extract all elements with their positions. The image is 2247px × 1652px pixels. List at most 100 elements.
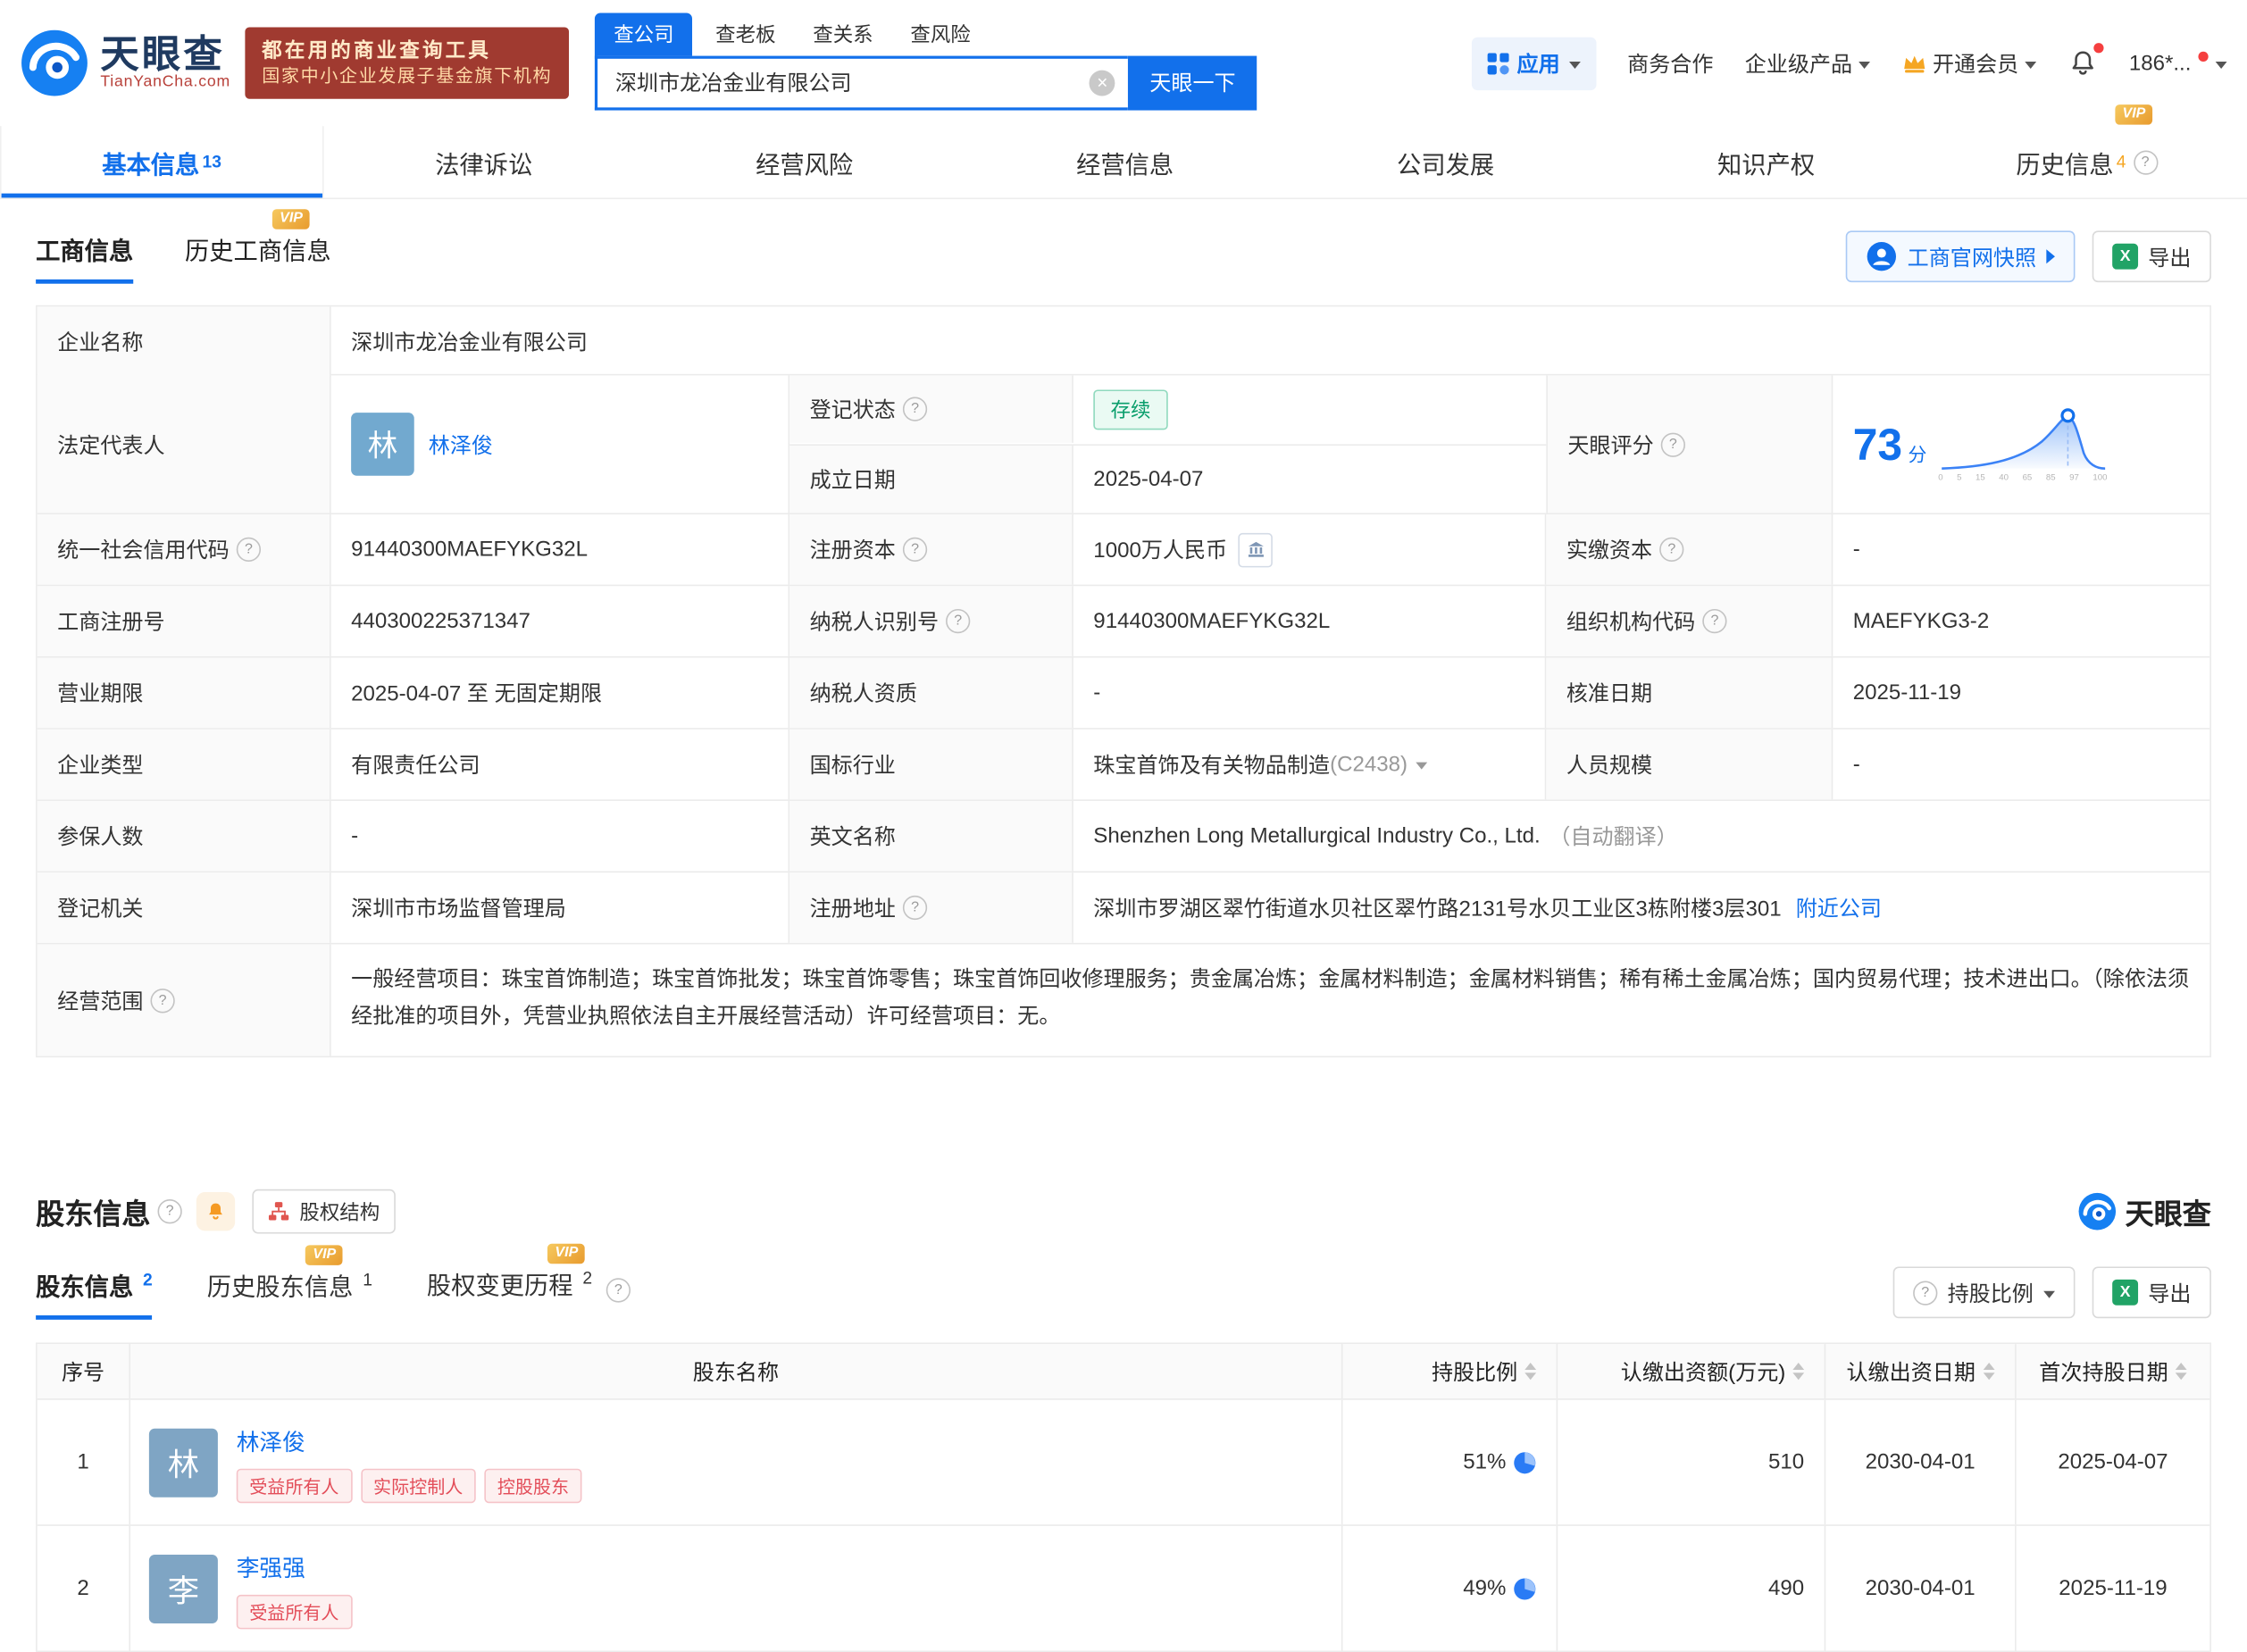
help-icon[interactable]: ? [1661, 432, 1685, 456]
role-tag[interactable]: 实际控制人 [361, 1468, 476, 1503]
enterprise-product-link[interactable]: 企业级产品 [1745, 48, 1870, 79]
tab-legal-litigation[interactable]: 法律诉讼 [323, 126, 644, 197]
apps-label: 应用 [1517, 48, 1560, 79]
biz-coop-label: 商务合作 [1627, 48, 1713, 79]
sort-icon[interactable] [1524, 1363, 1536, 1380]
address-value: 深圳市罗湖区翠竹街道水贝社区翠竹路2131号水贝工业区3栋附楼3层301 [1093, 893, 1781, 923]
col-header-amount-date[interactable]: 认缴出资日期 [1825, 1344, 2016, 1398]
equity-structure-button[interactable]: 股权结构 [252, 1189, 395, 1234]
field-label: 注册资本? [789, 514, 1073, 585]
subtab-history-business-info[interactable]: VIP 历史工商信息 [185, 230, 331, 283]
tab-shareholders[interactable]: 股东信息 2 [36, 1266, 153, 1319]
sort-icon[interactable] [2176, 1363, 2187, 1380]
search-tab-boss[interactable]: 查老板 [715, 20, 775, 55]
help-icon[interactable]: ? [158, 1199, 182, 1223]
role-tag[interactable]: 受益所有人 [237, 1594, 352, 1629]
col-header-amount[interactable]: 认缴出资额(万元) [1558, 1344, 1825, 1398]
export-button[interactable]: X 导出 [2092, 1266, 2211, 1318]
account-menu[interactable]: 186*... [2129, 51, 2227, 75]
avatar[interactable]: 林 [351, 413, 414, 476]
help-icon[interactable]: ? [237, 538, 261, 562]
shareholder-name-link[interactable]: 林泽俊 [237, 1423, 582, 1457]
subtab-business-info[interactable]: 工商信息 [36, 230, 133, 283]
equity-structure-label: 股权结构 [299, 1197, 380, 1226]
capital-change-icon[interactable] [1239, 532, 1274, 567]
pie-chart-icon[interactable] [1513, 1451, 1536, 1474]
tab-basic-info-count: 13 [203, 152, 221, 171]
help-icon[interactable]: ? [903, 896, 927, 920]
col-header-first-date[interactable]: 首次持股日期 [2017, 1344, 2210, 1398]
pie-chart-icon[interactable] [1513, 1577, 1536, 1600]
logo-text-en: TianYanCha.com [100, 75, 230, 92]
legal-rep-link[interactable]: 林泽俊 [429, 430, 493, 460]
org-code-value: MAEFYKG3-2 [1833, 586, 2209, 656]
taxpayer-id-value: 91440300MAEFYKG32L [1073, 586, 1547, 656]
tianyancha-logo-icon [2078, 1192, 2117, 1231]
shareholders-tabs: 股东信息 2 VIP 历史股东信息 1 VIP 股权变更历程 2 ? ? 持股比… [36, 1263, 2211, 1322]
business-info-subtabs: 工商信息 VIP 历史工商信息 工商官网快照 X 导出 [36, 225, 2211, 288]
sort-icon[interactable] [1792, 1363, 1804, 1380]
vip-upgrade-label: 开通会员 [1933, 48, 2018, 79]
tab-basic-info[interactable]: 基本信息 13 [0, 126, 323, 197]
help-icon[interactable]: ? [606, 1278, 631, 1302]
avatar[interactable]: 林 [149, 1428, 218, 1497]
excel-icon: X [2112, 244, 2138, 270]
tab-history-shareholders[interactable]: VIP 历史股东信息 1 [207, 1266, 372, 1319]
help-icon[interactable]: ? [1702, 609, 1726, 633]
search-submit-button[interactable]: 天眼一下 [1128, 55, 1257, 110]
tab-company-development[interactable]: 公司发展 [1285, 126, 1606, 197]
vip-badge: VIP [305, 1245, 343, 1264]
search-tab-relation[interactable]: 查关系 [813, 20, 873, 55]
official-snapshot-button[interactable]: 工商官网快照 [1846, 230, 2076, 282]
insured-count-value: - [331, 801, 789, 872]
nearby-companies-link[interactable]: 附近公司 [1796, 893, 1882, 923]
score-axis-ticks: 051540658597100 [1938, 473, 2107, 482]
vip-badge: VIP [2115, 104, 2152, 124]
score-unit: 分 [1908, 439, 1926, 466]
tab-operation-info[interactable]: 经营信息 [965, 126, 1285, 197]
field-label: 国标行业 [789, 730, 1073, 800]
tab-history-info[interactable]: VIP 历史信息 4 ? [1926, 126, 2247, 197]
help-icon[interactable]: ? [151, 988, 175, 1012]
notifications-button[interactable] [2067, 48, 2098, 79]
score-curve-chart [1938, 406, 2107, 472]
monitor-bell-button[interactable] [196, 1192, 235, 1231]
role-tag[interactable]: 受益所有人 [237, 1468, 352, 1503]
search-tab-risk[interactable]: 查风险 [910, 20, 970, 55]
biz-coop-link[interactable]: 商务合作 [1627, 48, 1713, 79]
chevron-down-icon[interactable] [1416, 763, 1428, 770]
score-chart: 051540658597100 [1938, 406, 2107, 482]
tab-equity-change-history[interactable]: VIP 股权变更历程 2 ? [427, 1265, 631, 1320]
business-info-table: 企业名称 深圳市龙冶金业有限公司 法定代表人 林 林泽俊 登记状态? 存续 [36, 305, 2211, 1057]
tab-operation-risk[interactable]: 经营风险 [644, 126, 965, 197]
vip-upgrade-link[interactable]: 开通会员 [1901, 48, 2036, 79]
ratio-filter-button[interactable]: ? 持股比例 [1893, 1266, 2076, 1318]
chevron-down-icon [1859, 61, 1870, 68]
apps-button[interactable]: 应用 [1471, 37, 1596, 89]
help-icon[interactable]: ? [946, 609, 970, 633]
avatar[interactable]: 李 [149, 1554, 218, 1623]
tianyancha-logo[interactable]: 天眼查 TianYanCha.com [20, 29, 230, 97]
search-input[interactable] [595, 55, 1128, 110]
col-header-ratio[interactable]: 持股比例 [1343, 1344, 1558, 1398]
staff-size-value: - [1833, 730, 2209, 800]
org-chart-icon [268, 1201, 289, 1222]
shareholder-name-link[interactable]: 李强强 [237, 1548, 352, 1583]
approval-date-value: 2025-11-19 [1833, 658, 2209, 729]
company-nav-tabs: 基本信息 13 法律诉讼 经营风险 经营信息 公司发展 知识产权 VIP 历史信… [0, 126, 2247, 199]
help-icon[interactable]: ? [1659, 538, 1683, 562]
help-icon[interactable]: ? [903, 538, 927, 562]
help-icon[interactable]: ? [903, 396, 927, 421]
export-button[interactable]: X 导出 [2092, 230, 2211, 282]
help-icon[interactable]: ? [2133, 150, 2157, 174]
role-tag[interactable]: 控股股东 [484, 1468, 581, 1503]
ratio-value: 51% [1463, 1450, 1506, 1474]
chevron-right-icon [2046, 249, 2055, 263]
sort-icon[interactable] [1983, 1363, 1994, 1380]
search-tab-company[interactable]: 查公司 [595, 13, 692, 55]
field-label: 纳税人资质 [789, 658, 1073, 729]
chevron-down-icon [2025, 61, 2036, 68]
field-label: 英文名称 [789, 801, 1073, 872]
top-header: 天眼查 TianYanCha.com 都在用的商业查询工具 国家中小企业发展子基… [0, 0, 2247, 126]
tab-intellectual-property[interactable]: 知识产权 [1606, 126, 1926, 197]
